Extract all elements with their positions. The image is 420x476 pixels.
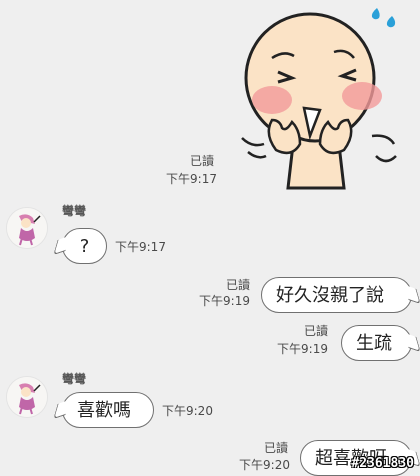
message-time: 下午9:17 bbox=[166, 172, 217, 186]
message-bubble[interactable]: 喜歡嗎 bbox=[62, 392, 154, 428]
read-receipt: 已讀 bbox=[303, 324, 328, 338]
message-bubble[interactable]: 好久沒親了說 bbox=[261, 277, 412, 313]
message-bubble[interactable]: 生疏 bbox=[341, 325, 412, 361]
sweat-drop-icon bbox=[386, 16, 396, 28]
message-time: 下午9:19 bbox=[199, 294, 250, 308]
avatar[interactable] bbox=[6, 207, 48, 249]
message-time: 下午9:19 bbox=[277, 342, 328, 356]
sweat-drop-icon bbox=[371, 8, 380, 20]
message-time: 下午9:20 bbox=[239, 458, 290, 472]
read-receipt: 已讀 bbox=[189, 154, 214, 168]
avatar[interactable] bbox=[6, 376, 48, 418]
sender-name: 彎彎 bbox=[62, 372, 87, 386]
blushing-worried-sticker[interactable] bbox=[238, 0, 420, 190]
read-receipt: 已讀 bbox=[263, 441, 288, 455]
avatar-icon bbox=[7, 377, 47, 417]
message-time: 下午9:17 bbox=[115, 240, 166, 254]
message-bubble[interactable]: ? bbox=[62, 228, 107, 264]
message-time: 下午9:20 bbox=[162, 404, 213, 418]
sender-name: 彎彎 bbox=[62, 204, 87, 218]
read-receipt: 已讀 bbox=[225, 278, 250, 292]
avatar-icon bbox=[7, 208, 47, 248]
watermark: #2361830 bbox=[351, 456, 414, 471]
